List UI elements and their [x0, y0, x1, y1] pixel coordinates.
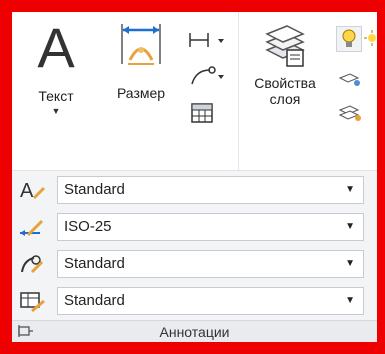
light-bulb-button[interactable]	[336, 26, 362, 52]
text-style-row: A Standard ▼	[12, 172, 377, 208]
table-style-icon	[20, 292, 45, 313]
sun-icon[interactable]	[364, 30, 377, 46]
table-icon	[191, 103, 213, 123]
layers-stack-icon	[265, 25, 305, 67]
multileader-style-icon	[21, 255, 44, 274]
style-rows: A Standard ▼ ISO-25 ▼ Standard ▼ Standar…	[12, 170, 377, 321]
text-A-icon: A	[37, 16, 75, 79]
dim-style-select[interactable]: ISO-25 ▼	[57, 213, 364, 241]
panel-title[interactable]: Аннотации	[12, 324, 377, 340]
dimension-button-label: Размер	[116, 85, 166, 101]
multileader-style-value: Standard	[64, 255, 125, 272]
layer-properties-button[interactable]: Свойства слоя	[246, 22, 324, 107]
table-button[interactable]	[190, 102, 214, 127]
chevron-down-icon[interactable]: ▼	[28, 106, 84, 116]
text-button[interactable]: A Текст ▼	[28, 20, 84, 117]
text-button-label: Текст	[38, 88, 74, 104]
dimension-icon	[121, 24, 161, 65]
dim-style-value: ISO-25	[64, 218, 112, 235]
table-style-value: Standard	[64, 292, 125, 309]
multileader-style-row: Standard ▼	[12, 246, 377, 282]
svg-text:A: A	[20, 180, 34, 202]
chevron-down-icon: ▼	[345, 184, 355, 195]
layer-match-icon	[338, 73, 360, 86]
layer-panel: Свойства слоя	[240, 12, 377, 170]
text-style-icon: A	[20, 180, 46, 202]
leader-icon	[191, 66, 224, 85]
layer-props-label-2: слоя	[269, 91, 301, 107]
table-style-select[interactable]: Standard ▼	[57, 287, 364, 315]
linear-dimension-button[interactable]	[188, 30, 228, 53]
text-style-value: Standard	[64, 181, 125, 198]
layer-props-label-1: Свойства	[254, 75, 316, 91]
dimension-button[interactable]: Размер	[106, 20, 176, 101]
linear-dim-icon	[189, 33, 224, 47]
layer-iso-icon	[338, 105, 361, 121]
ribbon-top: A Текст ▼ Размер Свойства слоя	[12, 12, 377, 170]
leader-button[interactable]	[188, 64, 228, 91]
chevron-down-icon: ▼	[345, 295, 355, 306]
dim-style-icon	[20, 219, 44, 237]
chevron-down-icon: ▼	[345, 258, 355, 269]
multileader-style-select[interactable]: Standard ▼	[57, 250, 364, 278]
chevron-down-icon: ▼	[345, 221, 355, 232]
panel-separator	[238, 12, 239, 170]
layer-iso-button[interactable]	[338, 102, 364, 124]
light-bulb-icon	[342, 29, 356, 47]
table-style-row: Standard ▼	[12, 283, 377, 319]
text-style-select[interactable]: Standard ▼	[57, 176, 364, 204]
layer-match-button[interactable]	[338, 68, 364, 90]
annotation-panel: A Текст ▼ Размер Свойства слоя A Standar…	[12, 12, 377, 342]
panel-footer: Аннотации	[12, 320, 377, 342]
dim-style-row: ISO-25 ▼	[12, 209, 377, 245]
